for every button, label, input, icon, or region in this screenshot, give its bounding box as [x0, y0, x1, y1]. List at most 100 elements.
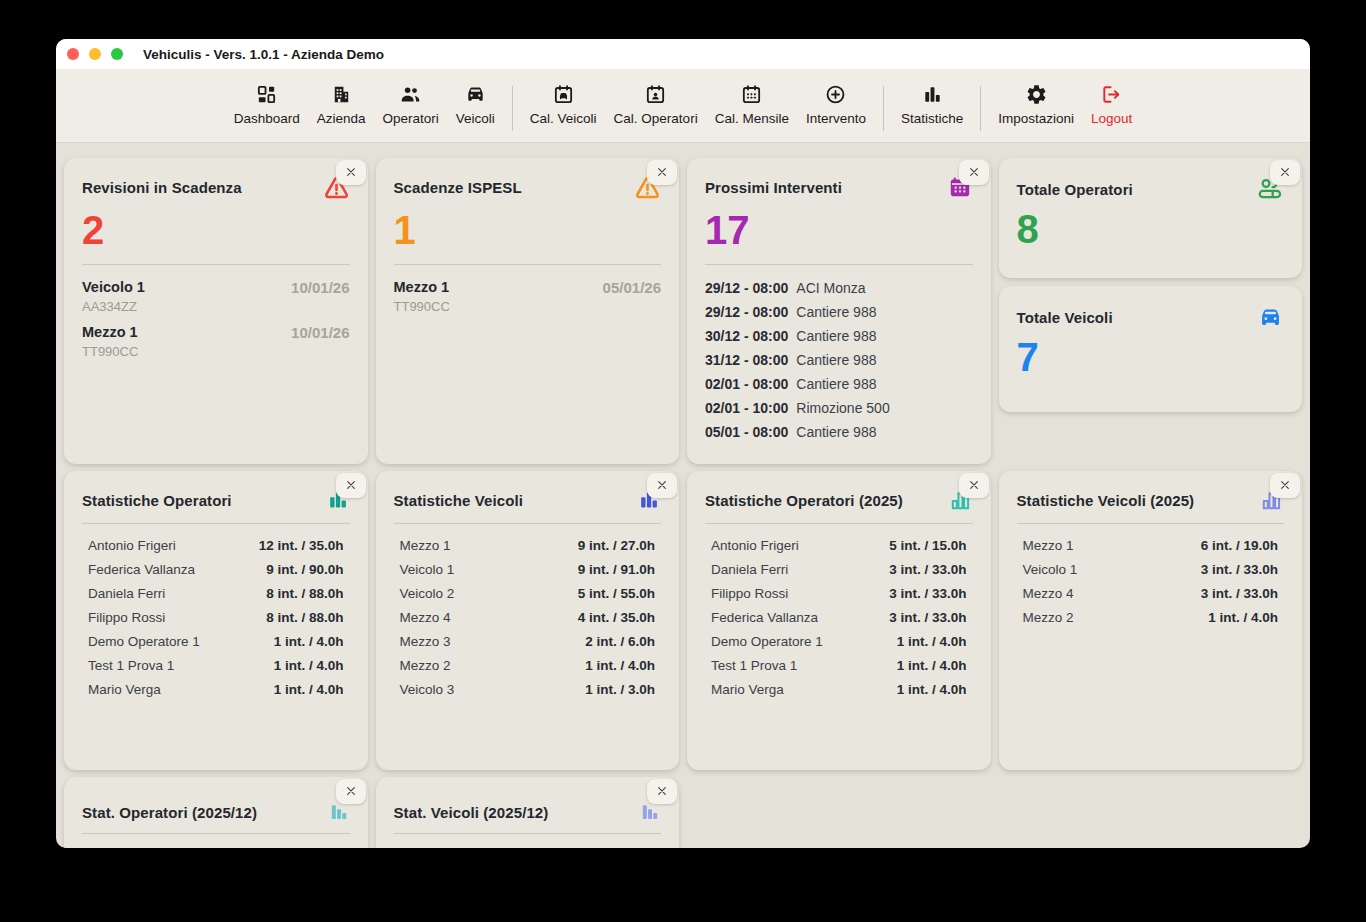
calendar-vehicle-icon	[552, 83, 575, 106]
stats-list: Antonio Frigeri5 int. / 15.0h Daniela Fe…	[705, 534, 973, 702]
toolbar-item-logout[interactable]: Logout	[1091, 83, 1132, 142]
close-icon	[657, 478, 667, 493]
close-card-button[interactable]	[647, 779, 677, 804]
card-scadenze-ispesl: Scadenze ISPESL 1 Mezzo 1TT990CC 05/01/2…	[376, 158, 680, 464]
toolbar-item-label: Logout	[1091, 111, 1132, 126]
stat-row: Filippo Rossi3 int. / 33.0h	[711, 582, 967, 606]
toolbar-item-operatori[interactable]: Operatori	[382, 83, 438, 142]
toolbar-item-cal-mensile[interactable]: Cal. Mensile	[715, 83, 789, 142]
close-icon	[657, 784, 667, 799]
divider	[394, 833, 662, 834]
card-title: Statistiche Veicoli	[394, 492, 523, 509]
close-card-button[interactable]	[336, 160, 366, 185]
stat-row: Mezzo 32 int. / 6.0h	[400, 630, 656, 654]
close-card-button[interactable]	[647, 160, 677, 185]
toolbar-item-label: Azienda	[317, 111, 366, 126]
stat-row: Mezzo 43 int. / 33.0h	[1023, 582, 1279, 606]
card-stat-veicoli-mese: Stat. Veicoli (2025/12)	[376, 777, 680, 848]
interventi-list: 29/12 - 08:00ACI Monza 29/12 - 08:00Cant…	[705, 276, 973, 444]
card-count: 17	[705, 211, 973, 249]
close-card-button[interactable]	[336, 779, 366, 804]
close-icon	[1280, 165, 1290, 180]
toolbar-divider	[980, 86, 981, 131]
totals-stack: Totale Operatori 8 Totale Veicoli 7	[999, 158, 1303, 464]
toolbar: Dashboard Azienda Operatori Veicoli Cal. Vei…	[56, 69, 1310, 143]
card-title: Revisioni in Scadenza	[82, 179, 242, 196]
card-statistiche-veicoli-2025: Statistiche Veicoli (2025) Mezzo 16 int.…	[999, 471, 1303, 770]
close-icon	[657, 165, 667, 180]
stat-row: Mezzo 19 int. / 27.0h	[400, 534, 656, 558]
divider	[82, 264, 350, 265]
toolbar-item-cal-veicoli[interactable]: Cal. Veicoli	[530, 83, 597, 142]
vehicle-icon	[464, 83, 487, 106]
building-icon	[330, 83, 353, 106]
vehicle-row: Veicolo 1AA334ZZ 10/01/26	[82, 279, 350, 314]
divider	[705, 523, 973, 524]
toolbar-item-label: Cal. Veicoli	[530, 111, 597, 126]
card-title: Totale Veicoli	[1017, 309, 1113, 326]
close-card-button[interactable]	[647, 473, 677, 498]
vehicle-list: Veicolo 1AA334ZZ 10/01/26 Mezzo 1TT990CC…	[82, 279, 350, 359]
vehicle-row: Mezzo 1TT990CC 05/01/26	[394, 279, 662, 314]
card-title: Prossimi Interventi	[705, 179, 842, 196]
toolbar-item-label: Operatori	[382, 111, 438, 126]
divider	[394, 523, 662, 524]
close-icon	[346, 784, 356, 799]
card-title: Statistiche Veicoli (2025)	[1017, 492, 1195, 509]
card-title: Stat. Operatori (2025/12)	[82, 804, 257, 821]
calendar-operator-icon	[644, 83, 667, 106]
intervento-row: 31/12 - 08:00Cantiere 988	[705, 348, 973, 372]
stat-row: Test 1 Prova 11 int. / 4.0h	[88, 654, 344, 678]
stat-row: Demo Operatore 11 int. / 4.0h	[88, 630, 344, 654]
stats-list: Mezzo 19 int. / 27.0h Veicolo 19 int. / …	[394, 534, 662, 702]
stat-row: Veicolo 19 int. / 91.0h	[400, 558, 656, 582]
toolbar-item-label: Veicoli	[456, 111, 495, 126]
toolbar-item-statistiche[interactable]: Statistiche	[901, 83, 963, 142]
close-window-button[interactable]	[67, 48, 79, 60]
toolbar-item-veicoli[interactable]: Veicoli	[456, 83, 495, 142]
close-card-button[interactable]	[959, 473, 989, 498]
intervento-row: 29/12 - 08:00Cantiere 988	[705, 300, 973, 324]
minimize-window-button[interactable]	[89, 48, 101, 60]
stat-row: Daniela Ferri3 int. / 33.0h	[711, 558, 967, 582]
bar-chart-icon	[639, 801, 661, 823]
card-totale-veicoli: Totale Veicoli 7	[999, 286, 1303, 412]
stat-row: Veicolo 31 int. / 3.0h	[400, 678, 656, 702]
toolbar-item-label: Intervento	[806, 111, 866, 126]
close-card-button[interactable]	[1270, 473, 1300, 498]
stat-row: Antonio Frigeri12 int. / 35.0h	[88, 534, 344, 558]
toolbar-item-label: Cal. Mensile	[715, 111, 789, 126]
card-count: 1	[394, 211, 662, 249]
stat-row: Mezzo 21 int. / 4.0h	[1023, 606, 1279, 630]
toolbar-item-azienda[interactable]: Azienda	[317, 83, 366, 142]
toolbar-item-impostazioni[interactable]: Impostazioni	[998, 83, 1074, 142]
card-title: Stat. Veicoli (2025/12)	[394, 804, 549, 821]
stat-row: Mezzo 16 int. / 19.0h	[1023, 534, 1279, 558]
card-count: 2	[82, 211, 350, 249]
card-statistiche-operatori-2025: Statistiche Operatori (2025) Antonio Fri…	[687, 471, 991, 770]
calendar-month-icon	[740, 83, 763, 106]
close-card-button[interactable]	[959, 160, 989, 185]
card-title: Statistiche Operatori (2025)	[705, 492, 903, 509]
toolbar-item-label: Cal. Operatori	[614, 111, 698, 126]
close-icon	[969, 478, 979, 493]
card-count: 8	[1017, 210, 1285, 248]
close-card-button[interactable]	[336, 473, 366, 498]
intervento-row: 05/01 - 08:00Cantiere 988	[705, 420, 973, 444]
traffic-lights	[67, 48, 123, 60]
stat-row: Mario Verga1 int. / 4.0h	[88, 678, 344, 702]
stat-row: Federica Vallanza3 int. / 33.0h	[711, 606, 967, 630]
toolbar-item-intervento[interactable]: Intervento	[806, 83, 866, 142]
intervento-row: 02/01 - 10:00Rimozione 500	[705, 396, 973, 420]
toolbar-item-dashboard[interactable]: Dashboard	[234, 83, 300, 142]
zoom-window-button[interactable]	[111, 48, 123, 60]
intervento-row: 02/01 - 08:00Cantiere 988	[705, 372, 973, 396]
car-icon	[1257, 304, 1284, 331]
stat-row: Mezzo 21 int. / 4.0h	[400, 654, 656, 678]
desktop-background: Vehiculis - Vers. 1.0.1 - Azienda Demo D…	[0, 0, 1366, 922]
toolbar-divider	[512, 86, 513, 131]
toolbar-item-cal-operatori[interactable]: Cal. Operatori	[614, 83, 698, 142]
app-window: Vehiculis - Vers. 1.0.1 - Azienda Demo D…	[56, 39, 1310, 848]
vehicle-row: Mezzo 1TT990CC 10/01/26	[82, 324, 350, 359]
close-card-button[interactable]	[1270, 160, 1300, 185]
